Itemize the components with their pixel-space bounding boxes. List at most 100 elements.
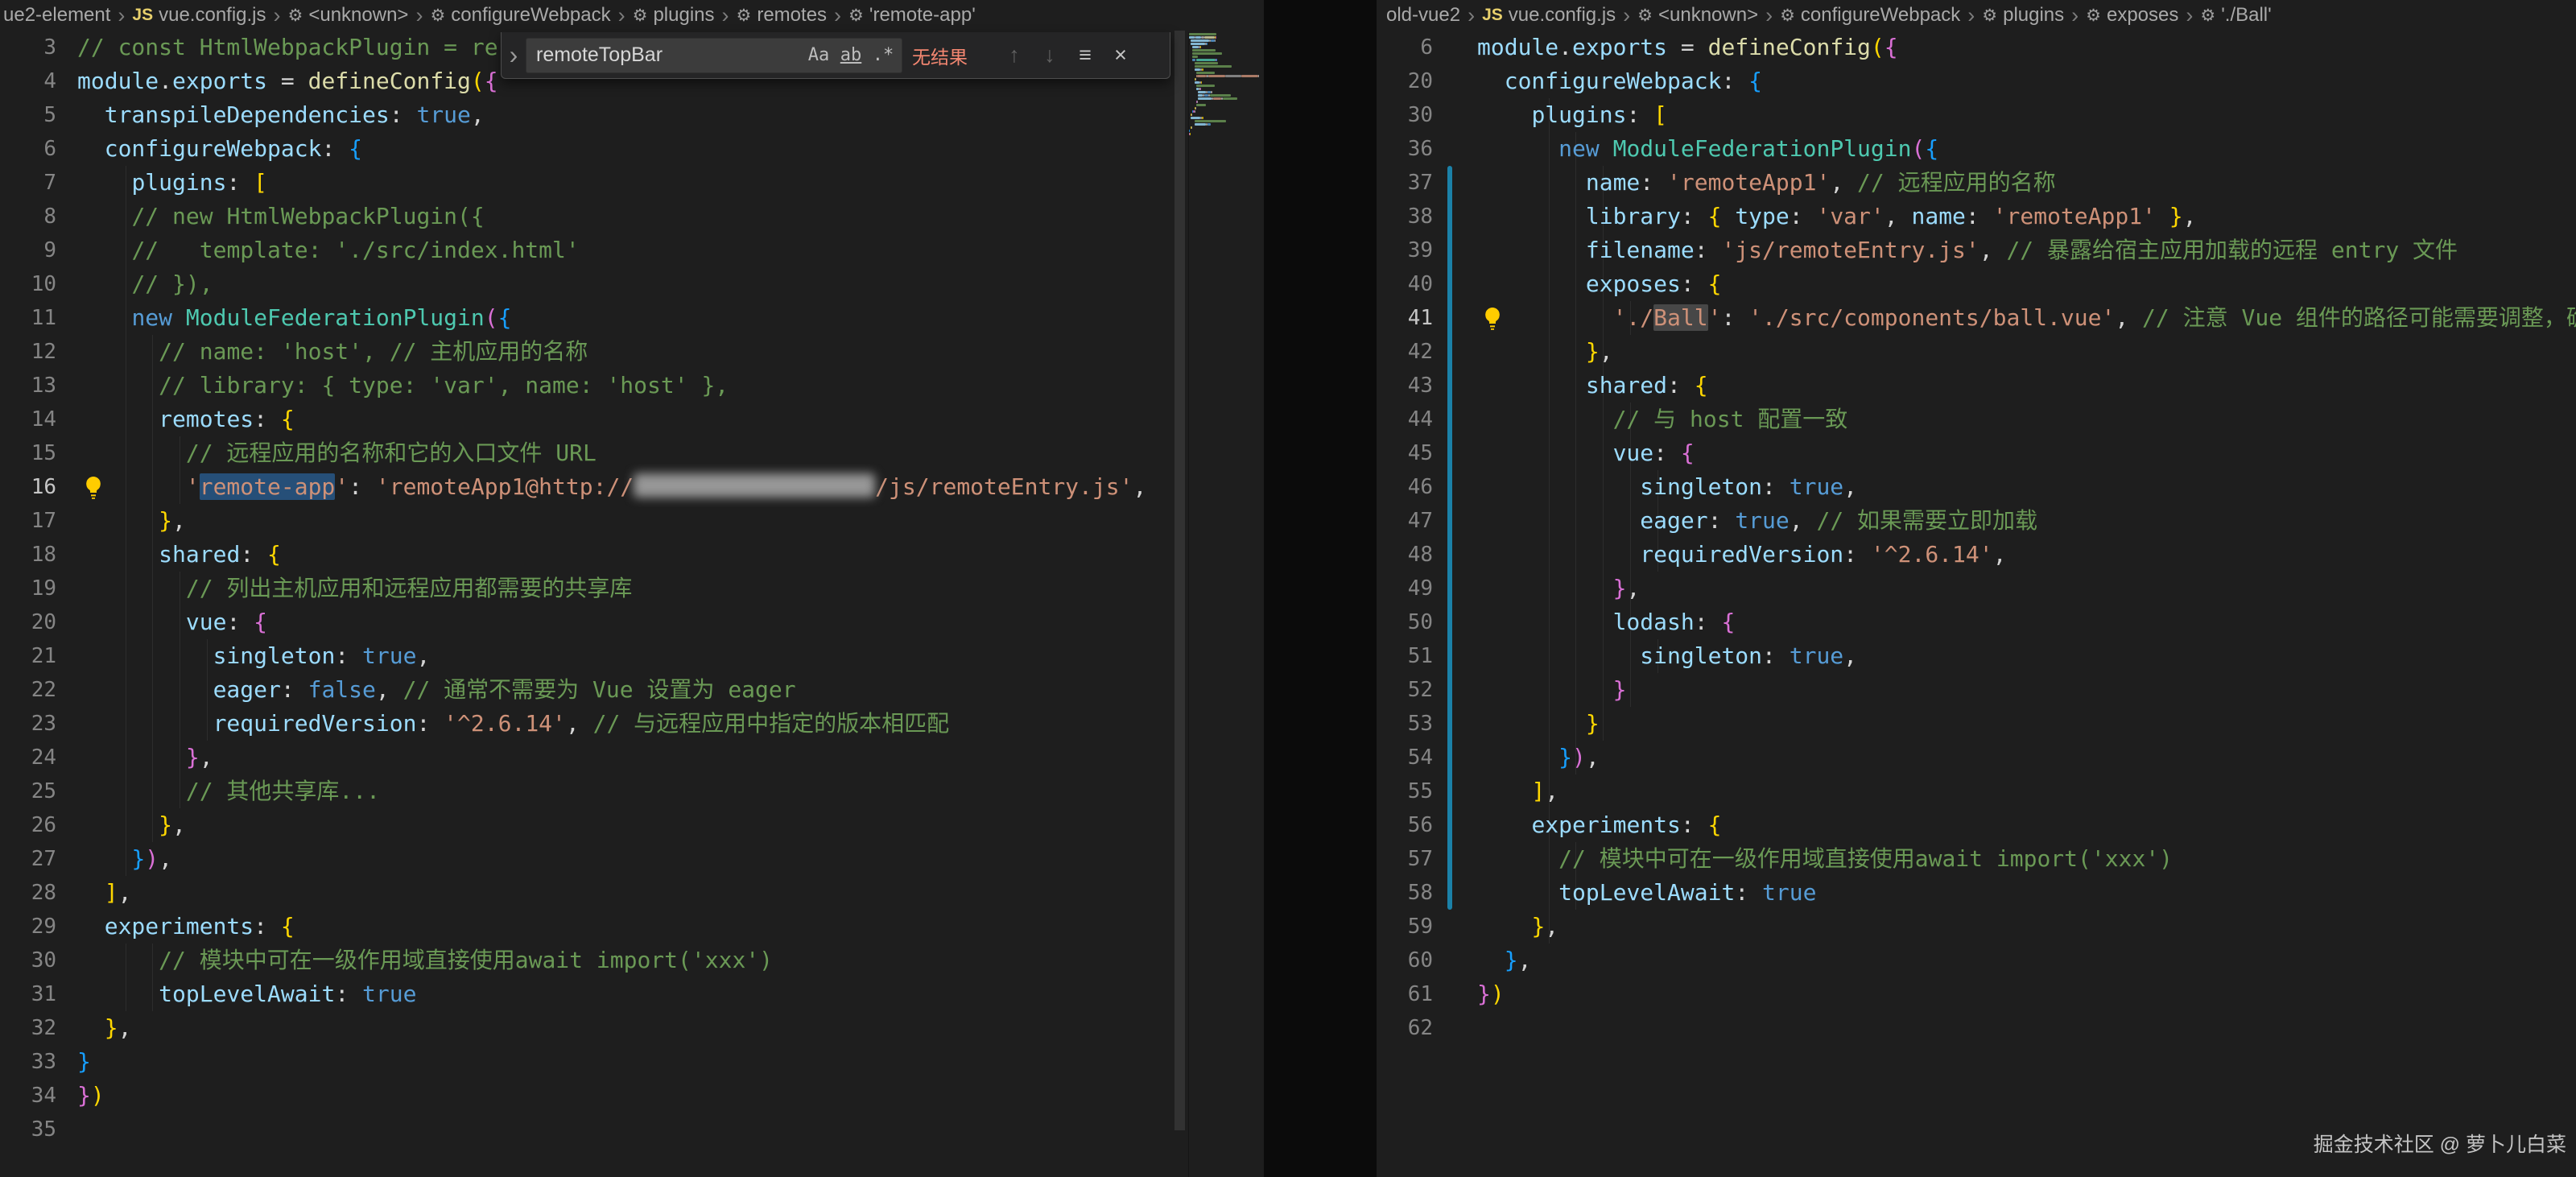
breadcrumb-item[interactable]: ⚙exposes xyxy=(2086,4,2178,27)
left-code[interactable]: // const HtmlWebpackPlugin = remodule.ex… xyxy=(56,31,1174,1177)
code-token: } xyxy=(131,845,145,872)
breadcrumb-item[interactable]: ⚙<unknown> xyxy=(1637,4,1758,27)
breadcrumb-item[interactable]: ⚙plugins xyxy=(1982,4,2064,27)
code-line[interactable]: vue: { xyxy=(1477,436,2576,470)
code-line[interactable]: singleton: true, xyxy=(77,639,1174,673)
match-case-button[interactable]: Aa xyxy=(803,40,834,71)
code-line[interactable]: experiments: { xyxy=(77,910,1174,944)
code-line[interactable]: }, xyxy=(77,1011,1174,1045)
code-line[interactable]: remotes: { xyxy=(77,403,1174,436)
code-line[interactable]: } xyxy=(77,1045,1174,1079)
breadcrumb-item[interactable]: ⚙configureWebpack xyxy=(430,4,610,27)
code-line[interactable]: // 模块中可在一级作用域直接使用await import('xxx') xyxy=(77,944,1174,977)
code-line[interactable]: }, xyxy=(1477,335,2576,369)
toggle-replace-button[interactable]: › xyxy=(502,32,526,78)
code-line[interactable]: ], xyxy=(1477,774,2576,808)
lightbulb-icon[interactable] xyxy=(1480,306,1505,332)
previous-match-button[interactable]: ↑ xyxy=(997,39,1031,72)
close-find-button[interactable]: × xyxy=(1104,39,1137,72)
code-line[interactable]: shared: { xyxy=(1477,369,2576,403)
breadcrumb-item[interactable]: JSvue.config.js xyxy=(1482,4,1616,27)
code-line[interactable]: library: { type: 'var', name: 'remoteApp… xyxy=(1477,200,2576,233)
code-line[interactable] xyxy=(77,1113,1174,1146)
code-line[interactable]: topLevelAwait: true xyxy=(1477,876,2576,910)
code-line[interactable]: requiredVersion: '^2.6.14', // 与远程应用中指定的… xyxy=(77,707,1174,741)
breadcrumb-item[interactable]: ⚙configureWebpack xyxy=(1780,4,1960,27)
code-line[interactable]: eager: true, // 如果需要立即加载 xyxy=(1477,504,2576,538)
vertical-scrollbar[interactable] xyxy=(1174,31,1185,1130)
find-input[interactable]: remoteTopBar Aa ab .* xyxy=(526,38,902,73)
code-line[interactable]: lodash: { xyxy=(1477,605,2576,639)
code-line[interactable]: }), xyxy=(1477,741,2576,774)
code-line[interactable]: // library: { type: 'var', name: 'host' … xyxy=(77,369,1174,403)
code-line[interactable]: singleton: true, xyxy=(1477,470,2576,504)
breadcrumb-item[interactable]: ⚙remotes xyxy=(737,4,828,27)
code-token: , xyxy=(1993,541,2007,568)
right-code[interactable]: module.exports = defineConfig({ configur… xyxy=(1433,31,2576,1177)
code-line[interactable]: configureWebpack: { xyxy=(1477,64,2576,98)
code-line[interactable]: // new HtmlWebpackPlugin({ xyxy=(77,200,1174,233)
indent-guide xyxy=(1630,538,1631,572)
minimap[interactable] xyxy=(1188,32,1262,1177)
code-line[interactable]: name: 'remoteApp1', // 远程应用的名称 xyxy=(1477,166,2576,200)
breadcrumb-item[interactable]: ⚙<unknown> xyxy=(288,4,409,27)
indent-guide xyxy=(1603,301,1604,335)
breadcrumb-item[interactable]: ⚙plugins xyxy=(633,4,715,27)
code-line[interactable]: // name: 'host', // 主机应用的名称 xyxy=(77,335,1174,369)
code-line[interactable]: // }), xyxy=(77,267,1174,301)
breadcrumb-item[interactable]: ⚙'./Ball' xyxy=(2200,4,2271,27)
code-line[interactable]: }) xyxy=(77,1079,1174,1113)
code-line[interactable]: }, xyxy=(1477,944,2576,977)
code-line[interactable]: }, xyxy=(77,741,1174,774)
code-line[interactable]: configureWebpack: { xyxy=(77,132,1174,166)
next-match-button[interactable]: ↓ xyxy=(1033,39,1067,72)
breadcrumb-item[interactable]: ⚙'remote-app' xyxy=(848,4,976,27)
code-line[interactable]: eager: false, // 通常不需要为 Vue 设置为 eager xyxy=(77,673,1174,707)
breadcrumb-item[interactable]: JSvue.config.js xyxy=(132,4,266,27)
code-line[interactable]: plugins: [ xyxy=(77,166,1174,200)
code-line[interactable]: topLevelAwait: true xyxy=(77,977,1174,1011)
code-line[interactable]: shared: { xyxy=(77,538,1174,572)
code-line[interactable]: requiredVersion: '^2.6.14', xyxy=(1477,538,2576,572)
code-line[interactable]: // 远程应用的名称和它的入口文件 URL xyxy=(77,436,1174,470)
indent-guide xyxy=(1549,842,1550,876)
breadcrumb-item[interactable]: ue2-element xyxy=(3,4,110,27)
code-token: '^2.6.14' xyxy=(1871,541,1993,568)
code-line[interactable]: vue: { xyxy=(77,605,1174,639)
code-line[interactable]: module.exports = defineConfig({ xyxy=(1477,31,2576,64)
breadcrumb-item[interactable]: old-vue2 xyxy=(1386,4,1460,27)
code-line[interactable]: plugins: [ xyxy=(1477,98,2576,132)
code-line[interactable]: // 模块中可在一级作用域直接使用await import('xxx') xyxy=(1477,842,2576,876)
regex-button[interactable]: .* xyxy=(868,40,898,71)
code-token: // }), xyxy=(131,271,213,297)
code-line[interactable]: transpileDependencies: true, xyxy=(77,98,1174,132)
code-line[interactable]: }) xyxy=(1477,977,2576,1011)
code-line[interactable]: }, xyxy=(77,808,1174,842)
lightbulb-icon[interactable] xyxy=(80,475,106,501)
code-token: : xyxy=(254,406,281,432)
code-line[interactable]: 'remote-app': 'remoteApp1@http:///js/rem… xyxy=(77,470,1174,504)
code-line[interactable]: } xyxy=(1477,707,2576,741)
code-line[interactable]: exposes: { xyxy=(1477,267,2576,301)
code-line[interactable]: // 与 host 配置一致 xyxy=(1477,403,2576,436)
code-line[interactable]: './Ball': './src/components/ball.vue', /… xyxy=(1477,301,2576,335)
whole-word-button[interactable]: ab xyxy=(836,40,866,71)
code-line[interactable]: ], xyxy=(77,876,1174,910)
code-line[interactable]: }, xyxy=(77,504,1174,538)
code-line[interactable]: }), xyxy=(77,842,1174,876)
code-line[interactable]: new ModuleFederationPlugin({ xyxy=(77,301,1174,335)
code-line[interactable]: filename: 'js/remoteEntry.js', // 暴露给宿主应… xyxy=(1477,233,2576,267)
code-line[interactable]: }, xyxy=(1477,572,2576,605)
code-line[interactable]: // template: './src/index.html' xyxy=(77,233,1174,267)
code-token xyxy=(1477,879,1558,906)
code-line[interactable]: // 列出主机应用和远程应用都需要的共享库 xyxy=(77,572,1174,605)
code-line[interactable] xyxy=(1477,1011,2576,1045)
find-in-selection-button[interactable]: ≡ xyxy=(1068,39,1102,72)
code-line[interactable]: }, xyxy=(1477,910,2576,944)
code-line[interactable]: experiments: { xyxy=(1477,808,2576,842)
code-token xyxy=(77,406,159,432)
code-line[interactable]: new ModuleFederationPlugin({ xyxy=(1477,132,2576,166)
code-line[interactable]: singleton: true, xyxy=(1477,639,2576,673)
code-line[interactable]: } xyxy=(1477,673,2576,707)
code-line[interactable]: // 其他共享库... xyxy=(77,774,1174,808)
